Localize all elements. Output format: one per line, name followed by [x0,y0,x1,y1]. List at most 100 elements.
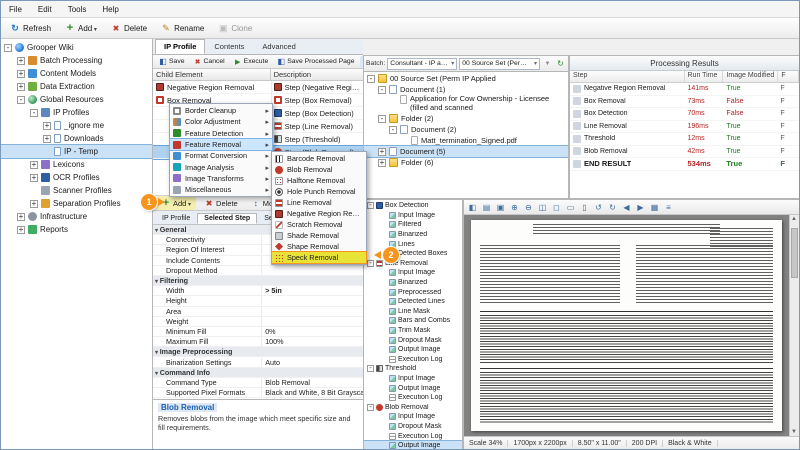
column-header-run-time[interactable]: Run Time [685,71,724,82]
toolbar-button[interactable]: Add [59,20,103,36]
batch-tree-item[interactable]: - Folder (2) [364,113,568,124]
Filtering[interactable]: Filtering [153,276,363,286]
Area[interactable]: Area [153,307,363,317]
rotate-right-icon[interactable] [606,201,619,213]
tree-item[interactable]: + Lexicons [1,158,152,171]
rotate-left-icon[interactable] [592,201,605,213]
diagnostics-tree-item[interactable]: Execution Log [364,431,462,441]
property-value[interactable]: Blob Removal [262,378,363,387]
toolbar-button[interactable]: Rename [155,20,210,36]
tree-item[interactable]: + Reports [1,223,152,236]
toolbar-button[interactable]: Delete [105,20,153,36]
tree-expander-icon[interactable]: - [367,75,375,83]
settings-icon[interactable] [662,201,675,213]
result-row[interactable]: Line Removal 196ms True F [570,121,799,134]
viewer-scrollbar[interactable] [789,215,799,436]
submenu-item[interactable]: Barcode Removal [272,153,366,164]
result-row[interactable]: Box Detection 70ms False F [570,108,799,121]
menu-item[interactable]: Tools [60,3,95,16]
batch-tree-item[interactable]: Application for Cow Ownership - Licensee… [364,95,568,113]
diagnostics-tree-item[interactable]: Input Image [364,412,462,422]
Dropout Method[interactable]: Dropout Method [153,266,363,276]
menu-item[interactable]: Help [94,3,126,16]
diagnostics-tree-item[interactable]: - Blob Removal [364,402,462,412]
tree-expander-icon[interactable]: + [43,122,51,130]
batch-selector[interactable]: Consultant - IP and OCR [387,58,457,70]
zoom-in-icon[interactable] [508,201,521,213]
submenu-item[interactable]: Shape Removal [272,241,366,252]
column-header-extra[interactable]: F [778,71,799,82]
batch-tree-item[interactable]: + Document (5) [364,146,568,157]
property-value[interactable]: > 5in [262,286,363,295]
toolbar-button[interactable]: Refresh [4,20,57,36]
column-header-child-element[interactable]: Child Element [153,69,271,80]
submenu-item[interactable]: Scratch Removal [272,219,366,230]
tree-expander-icon[interactable]: - [4,44,12,52]
tree-item[interactable]: + Separation Profiles [1,197,152,210]
result-row[interactable]: Threshold 12ms True F [570,133,799,146]
tree-expander-icon[interactable]: + [30,174,38,182]
diagnostics-tree-item[interactable]: Binarized [364,230,462,240]
context-menu-item[interactable]: Feature Detection [170,128,272,139]
diagnostics-tree-item[interactable]: Dropout Mask [364,335,462,345]
diagnostics-tree-item[interactable]: Filtered [364,220,462,230]
document-tab[interactable]: Contents [205,39,253,54]
Supported Pixel Formats[interactable]: Supported Pixel Formats Black and White,… [153,388,363,398]
Maximum Fill[interactable]: Maximum Fill 100% [153,337,363,347]
menu-item[interactable]: File [1,3,30,16]
batch-tree-item[interactable]: Matt_termination_Signed.pdf [364,135,568,146]
tree-expander-icon[interactable]: + [17,226,25,234]
steps-toolbar-button[interactable]: Delete [199,196,243,210]
result-row[interactable]: Blob Removal 42ms True F [570,146,799,159]
Height[interactable]: Height [153,296,363,306]
Weight[interactable]: Weight [153,317,363,327]
diagnostics-tree-item[interactable]: Line Mask [364,307,462,317]
diagnostics-tree-item[interactable]: Detected Lines [364,297,462,307]
zoom-out-icon[interactable] [522,201,535,213]
diagnostics-tree-item[interactable]: Preprocessed [364,287,462,297]
next-page-icon[interactable] [634,201,647,213]
tree-item[interactable]: - IP Profiles [1,106,152,119]
scrollbar-thumb[interactable] [791,228,798,278]
context-menu-item[interactable]: Miscellaneous [170,184,272,195]
context-menu-item[interactable]: Feature Removal [170,139,272,150]
batch-tree-item[interactable]: + Folder (6) [364,157,568,168]
tree-item[interactable]: + _ignore me [1,119,152,132]
diagnostics-tree-item[interactable]: Output Image [364,383,462,393]
Command Info[interactable]: Command Info [153,368,363,378]
context-menu-item[interactable]: Border Cleanup [170,105,272,116]
edit-toolbar-button[interactable]: Execute [230,56,273,68]
Binarization Settings[interactable]: Binarization Settings Auto [153,357,363,367]
submenu-item[interactable]: Negative Region Removal [272,208,366,219]
diagnostics-tree-item[interactable]: Dropout Mask [364,422,462,432]
Command Type[interactable]: Command Type Blob Removal [153,378,363,388]
diagnostics-tree-item[interactable]: Lines [364,239,462,249]
diagnostics-tree-item[interactable]: Trim Mask [364,326,462,336]
diagnostics-tree-item[interactable]: Output Image [364,441,462,450]
refresh-small-icon[interactable] [555,58,566,70]
diagnostics-tree-item[interactable]: - Box Detection [364,201,462,211]
tree-expander-icon[interactable]: - [30,109,38,117]
viewer-canvas[interactable] [464,215,799,436]
result-row[interactable]: Box Removal 73ms False F [570,96,799,109]
zoom-select-icon[interactable] [536,201,549,213]
tree-expander-icon[interactable]: - [367,404,374,411]
tree-expander-icon[interactable]: - [378,86,386,94]
diagnostics-tree-item[interactable]: - Line Removal [364,259,462,269]
column-header-image-modified[interactable]: Image Modified [723,71,778,82]
fit-page-icon[interactable] [550,201,563,213]
document-tab[interactable]: Advanced [253,39,304,54]
tree-item[interactable]: + Downloads [1,132,152,145]
submenu-item[interactable]: Blob Removal [272,164,366,175]
submenu-item[interactable]: Speck Removal [272,252,366,263]
tree-expander-icon[interactable]: + [30,161,38,169]
thumbnails-icon[interactable] [648,201,661,213]
property-value[interactable]: Black and White, 8 Bit Grayscale, 2 [262,388,363,397]
tree-expander-icon[interactable]: - [367,260,374,267]
fit-width-icon[interactable] [564,201,577,213]
context-menu-item[interactable]: Image Analysis [170,161,272,172]
tree-expander-icon[interactable]: - [17,96,25,104]
submenu-item[interactable]: Line Removal [272,197,366,208]
prev-page-icon[interactable] [620,201,633,213]
tree-expander-icon[interactable]: + [378,159,386,167]
